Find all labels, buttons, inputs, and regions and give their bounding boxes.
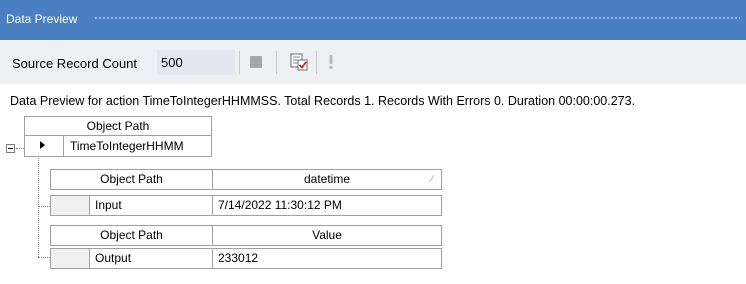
- column-header-label: datetime: [303, 172, 351, 186]
- tree-connector: [38, 206, 50, 207]
- tree-connector: [38, 257, 50, 258]
- row-selector[interactable]: [50, 195, 90, 216]
- collapse-icon[interactable]: [6, 144, 15, 153]
- table-cell[interactable]: Output: [89, 248, 213, 269]
- title-bar: Data Preview: [0, 0, 746, 40]
- source-record-count-input[interactable]: [157, 50, 235, 75]
- table-cell[interactable]: TimeToIntegerHHMM: [64, 136, 212, 157]
- status-message: Data Preview for action TimeToIntegerHHM…: [10, 94, 636, 108]
- table-cell[interactable]: Input: [89, 195, 213, 216]
- source-record-count-label: Source Record Count: [12, 56, 138, 71]
- preview-check-icon[interactable]: [290, 53, 308, 71]
- toolbar: Source Record Count: [0, 40, 746, 84]
- toolbar-separator: [316, 51, 317, 74]
- column-header-datetime[interactable]: datetime ∕: [212, 169, 442, 190]
- column-header-object-path[interactable]: Object Path: [50, 225, 213, 246]
- column-header-object-path[interactable]: Object Path: [24, 116, 212, 136]
- toolbar-separator: [276, 51, 277, 74]
- tree-connector: [16, 148, 24, 149]
- exclamation-icon[interactable]: [327, 53, 335, 71]
- table-cell[interactable]: 7/14/2022 11:30:12 PM: [212, 195, 442, 216]
- column-header-value[interactable]: Value: [212, 225, 442, 246]
- row-selector[interactable]: [50, 248, 90, 269]
- window-title: Data Preview: [6, 12, 78, 26]
- title-bar-grip[interactable]: [94, 16, 740, 21]
- row-selector[interactable]: [24, 136, 64, 157]
- tree-connector: [38, 158, 39, 257]
- table-cell[interactable]: 233012: [212, 248, 442, 269]
- sort-icon: ∕: [431, 174, 433, 185]
- toolbar-separator: [239, 51, 240, 74]
- column-header-object-path[interactable]: Object Path: [50, 169, 213, 190]
- current-row-arrow-icon: [40, 141, 45, 149]
- stop-icon[interactable]: [250, 56, 262, 68]
